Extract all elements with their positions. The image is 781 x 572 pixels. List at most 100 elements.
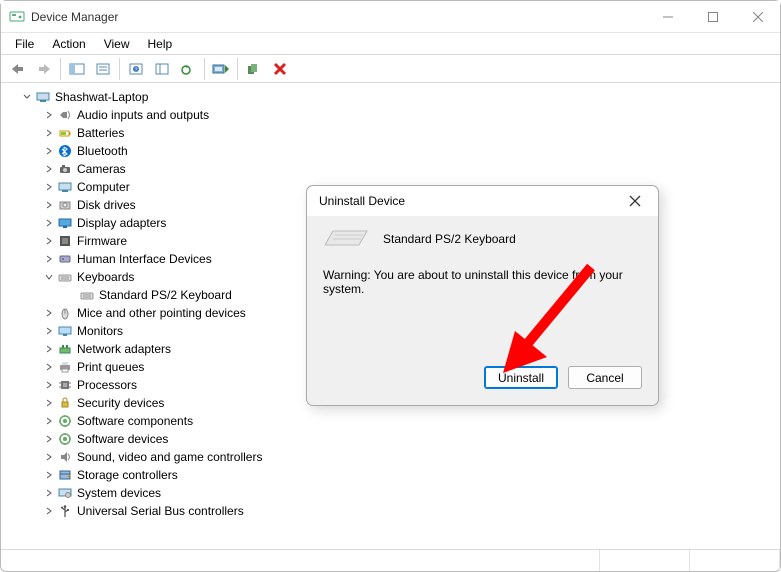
back-button[interactable] <box>6 57 30 81</box>
toolbar: ? <box>1 55 780 83</box>
monitor-icon <box>57 323 73 339</box>
tree-node[interactable]: Storage controllers <box>39 466 780 484</box>
twisty-closed-icon[interactable] <box>41 467 57 483</box>
twisty-open-icon[interactable] <box>41 269 57 285</box>
dialog-close-button[interactable] <box>620 186 650 216</box>
twisty-closed-icon[interactable] <box>41 359 57 375</box>
tree-node-label: Cameras <box>77 162 126 176</box>
software-icon <box>57 431 73 447</box>
network-icon <box>57 341 73 357</box>
scan-hardware-button[interactable] <box>209 57 233 81</box>
twisty-closed-icon[interactable] <box>41 449 57 465</box>
camera-icon <box>57 161 73 177</box>
tree-node-label: Keyboards <box>77 270 134 284</box>
security-icon <box>57 395 73 411</box>
tree-root[interactable]: Shashwat-Laptop <box>17 88 780 106</box>
twisty-closed-icon[interactable] <box>41 107 57 123</box>
cancel-button[interactable]: Cancel <box>568 366 642 389</box>
tree-node-label: Print queues <box>77 360 144 374</box>
twisty-closed-icon[interactable] <box>41 233 57 249</box>
minimize-button[interactable] <box>645 1 690 32</box>
tree-node-label: Disk drives <box>77 198 136 212</box>
twisty-closed-icon[interactable] <box>41 125 57 141</box>
twisty-closed-icon[interactable] <box>41 431 57 447</box>
mouse-icon <box>57 305 73 321</box>
keyboard-icon <box>323 228 369 250</box>
twisty-open-icon[interactable] <box>19 89 35 105</box>
tree-node[interactable]: Batteries <box>39 124 780 142</box>
tree-node[interactable]: System devices <box>39 484 780 502</box>
twisty-closed-icon[interactable] <box>41 323 57 339</box>
tree-view-button[interactable] <box>150 57 174 81</box>
tree-node[interactable]: Sound, video and game controllers <box>39 448 780 466</box>
firmware-icon <box>57 233 73 249</box>
dialog-device-name: Standard PS/2 Keyboard <box>383 232 516 246</box>
menu-view[interactable]: View <box>96 35 138 53</box>
tree-node[interactable]: Software components <box>39 412 780 430</box>
tree-node-label: Firmware <box>77 234 127 248</box>
twisty-closed-icon[interactable] <box>41 161 57 177</box>
window-titlebar: Device Manager <box>1 1 780 33</box>
properties-button[interactable] <box>91 57 115 81</box>
close-button[interactable] <box>735 1 780 32</box>
tree-node-label: Display adapters <box>77 216 166 230</box>
twisty-closed-icon[interactable] <box>41 215 57 231</box>
twisty-closed-icon[interactable] <box>41 305 57 321</box>
uninstall-button[interactable]: Uninstall <box>484 366 558 389</box>
tree-node-label: Audio inputs and outputs <box>77 108 209 122</box>
twisty-closed-icon[interactable] <box>41 341 57 357</box>
twisty-closed-icon[interactable] <box>41 377 57 393</box>
twisty-closed-icon[interactable] <box>41 197 57 213</box>
tree-node-label: Network adapters <box>77 342 171 356</box>
tree-node[interactable]: Universal Serial Bus controllers <box>39 502 780 520</box>
keyboard-icon <box>79 287 95 303</box>
window-title: Device Manager <box>31 10 645 24</box>
svg-text:?: ? <box>135 67 138 73</box>
uninstall-device-toolbar-button[interactable] <box>268 57 292 81</box>
hid-icon <box>57 251 73 267</box>
menu-help[interactable]: Help <box>140 35 181 53</box>
twisty-closed-icon[interactable] <box>41 143 57 159</box>
tree-node[interactable]: Software devices <box>39 430 780 448</box>
battery-icon <box>57 125 73 141</box>
printer-icon <box>57 359 73 375</box>
tree-node[interactable]: Bluetooth <box>39 142 780 160</box>
tree-node-label: Standard PS/2 Keyboard <box>99 288 232 302</box>
software-icon <box>57 413 73 429</box>
disk-icon <box>57 197 73 213</box>
forward-button[interactable] <box>32 57 56 81</box>
audio-icon <box>57 107 73 123</box>
twisty-closed-icon[interactable] <box>41 413 57 429</box>
help-button[interactable]: ? <box>124 57 148 81</box>
menubar: File Action View Help <box>1 33 780 55</box>
add-legacy-hardware-button[interactable] <box>242 57 266 81</box>
twisty-closed-icon[interactable] <box>41 179 57 195</box>
menu-action[interactable]: Action <box>44 35 93 53</box>
menu-file[interactable]: File <box>7 35 42 53</box>
maximize-button[interactable] <box>690 1 735 32</box>
tree-node[interactable]: Audio inputs and outputs <box>39 106 780 124</box>
twisty-closed-icon[interactable] <box>41 251 57 267</box>
usb-icon <box>57 503 73 519</box>
tree-node-label: Software devices <box>77 432 168 446</box>
display-icon <box>57 215 73 231</box>
tree-node-label: Software components <box>77 414 193 428</box>
tree-node-label: Computer <box>77 180 130 194</box>
status-bar <box>1 549 780 571</box>
tree-node-label: Mice and other pointing devices <box>77 306 246 320</box>
tree-node-label: Sound, video and game controllers <box>77 450 262 464</box>
sound-icon <box>57 449 73 465</box>
show-hide-console-tree-button[interactable] <box>65 57 89 81</box>
tree-node-label: System devices <box>77 486 161 500</box>
dialog-title: Uninstall Device <box>319 194 620 208</box>
tree-node[interactable]: Cameras <box>39 160 780 178</box>
bluetooth-icon <box>57 143 73 159</box>
uninstall-dialog: Uninstall Device Standard PS/2 Keyboard … <box>306 185 659 406</box>
twisty-closed-icon[interactable] <box>41 485 57 501</box>
twisty-closed-icon[interactable] <box>41 395 57 411</box>
computer-icon <box>57 179 73 195</box>
tree-node-label: Bluetooth <box>77 144 128 158</box>
update-driver-button[interactable] <box>176 57 200 81</box>
twisty-closed-icon[interactable] <box>41 503 57 519</box>
storage-icon <box>57 467 73 483</box>
